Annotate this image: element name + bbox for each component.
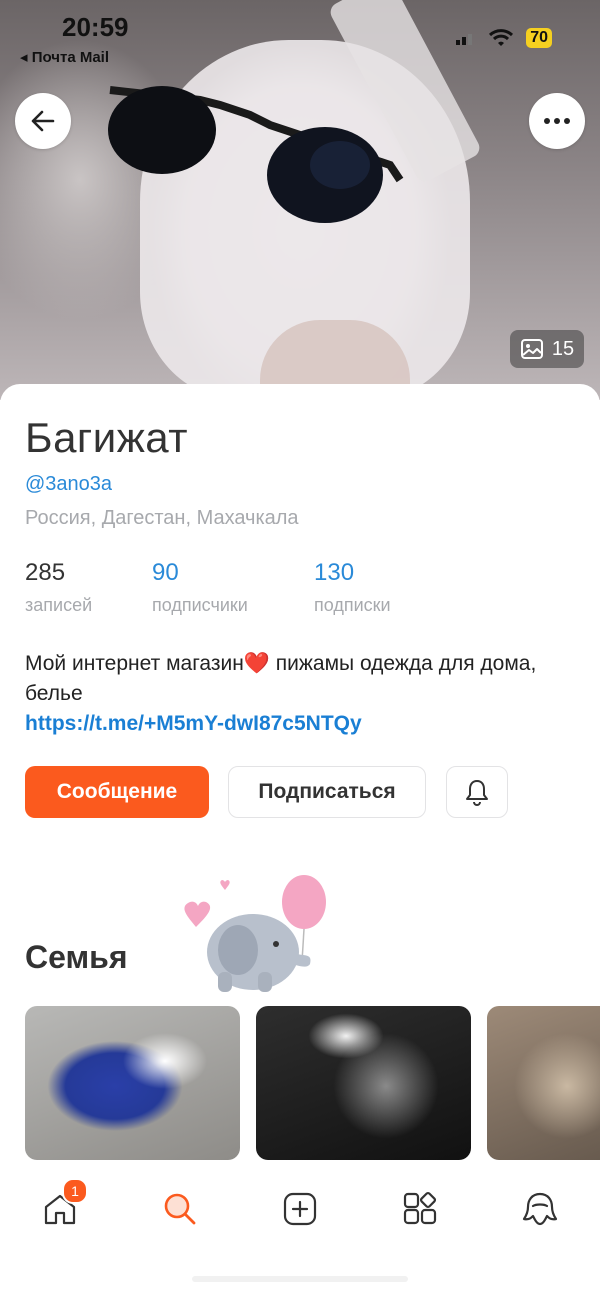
tab-search[interactable] [150, 1184, 210, 1234]
more-button[interactable] [529, 93, 585, 149]
more-icon [544, 118, 570, 124]
album-thumbnail[interactable] [487, 1006, 600, 1160]
signal-icon [456, 34, 473, 45]
tab-home[interactable]: 1 [30, 1178, 90, 1234]
album-thumbnail[interactable] [256, 1006, 471, 1160]
stat-posts-value: 285 [25, 559, 66, 586]
add-icon [283, 1192, 317, 1226]
cover-photo[interactable]: 20:59 ◂ Почта Mail 70 15 [0, 0, 600, 400]
profile-bio: Мой интернет магазин❤️ пижамы одежда для… [25, 649, 575, 739]
albums-row [25, 1006, 600, 1160]
sunglasses [108, 86, 404, 223]
stat-followers-label: подписчики [152, 595, 248, 615]
battery-level: 70 [526, 28, 552, 48]
home-indicator [192, 1276, 408, 1282]
gallery-icon [520, 339, 543, 359]
profile-name: Багижат [25, 414, 188, 461]
photo-count-button[interactable]: 15 [510, 330, 584, 368]
clock: 20:59 [62, 12, 129, 42]
services-icon [403, 1191, 437, 1225]
albums-section-title: Семья [25, 939, 128, 975]
back-to-app-link[interactable]: ◂ Почта Mail [20, 48, 109, 66]
stat-posts[interactable]: 285 записей [25, 559, 92, 616]
bio-link[interactable]: https://t.me/+M5mY-dwI87c5NTQy [25, 709, 575, 739]
subscribe-button[interactable]: Подписаться [228, 766, 426, 818]
stat-following[interactable]: 130 подписки [314, 559, 391, 616]
profile-icon [522, 1192, 558, 1226]
profile-location: Россия, Дагестан, Махачкала [25, 507, 299, 529]
back-arrow-icon [31, 110, 55, 132]
profile-sheet: Багижат @3ano3a Россия, Дагестан, Махачк… [0, 384, 600, 1297]
stat-posts-label: записей [25, 595, 93, 615]
profile-username[interactable]: @3ano3a [25, 473, 112, 496]
stat-followers[interactable]: 90 подписчики [152, 559, 248, 616]
bottom-tab-bar: 1 [0, 1170, 600, 1250]
bell-icon [466, 780, 488, 806]
tab-create[interactable] [270, 1184, 330, 1234]
bio-text: Мой интернет магазин❤️ пижамы одежда для… [25, 652, 537, 705]
album-thumbnail[interactable] [25, 1006, 240, 1160]
search-icon [164, 1193, 196, 1225]
tab-services[interactable] [390, 1184, 450, 1234]
notifications-button[interactable] [446, 766, 508, 818]
status-bar: 20:59 ◂ Почта Mail 70 [0, 0, 600, 70]
elephant-sticker [184, 875, 326, 992]
tab-profile[interactable] [510, 1184, 570, 1234]
photo-count: 15 [551, 337, 575, 360]
wifi-icon [489, 29, 514, 46]
stat-following-label: подписки [314, 595, 391, 615]
home-badge: 1 [62, 1178, 88, 1204]
status-icons: 70 [456, 28, 552, 48]
message-button[interactable]: Сообщение [25, 766, 209, 818]
stat-following-value: 130 [314, 559, 355, 586]
back-button[interactable] [15, 93, 71, 149]
stat-followers-value: 90 [152, 559, 179, 586]
